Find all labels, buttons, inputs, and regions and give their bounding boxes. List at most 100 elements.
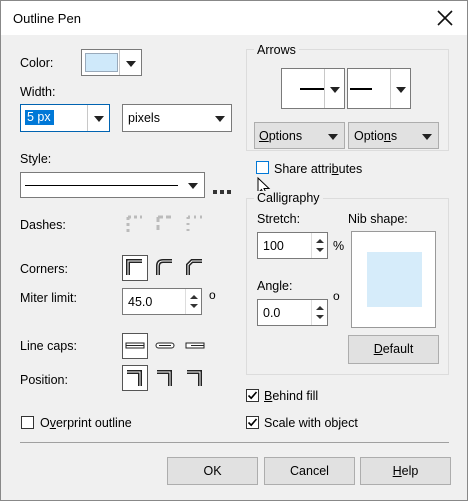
checkmark-icon xyxy=(247,418,258,427)
spin-down-icon[interactable] xyxy=(316,248,324,252)
scale-with-object-checkbox[interactable] xyxy=(246,416,259,429)
nib-shape-label: Nib shape: xyxy=(348,212,408,226)
dash-corner-fixed-icon xyxy=(182,212,208,238)
corner-bevel-icon[interactable] xyxy=(182,255,208,281)
share-attributes-checkbox[interactable] xyxy=(256,161,269,174)
miter-limit-value[interactable]: 45.0 xyxy=(128,295,152,309)
start-arrow-line xyxy=(300,88,324,90)
color-picker[interactable] xyxy=(81,49,142,76)
close-icon xyxy=(437,10,453,26)
start-arrow-select[interactable] xyxy=(281,68,345,109)
scale-with-object-label: Scale with object xyxy=(264,416,358,430)
arrows-legend: Arrows xyxy=(254,43,299,57)
nib-shape-square xyxy=(367,252,422,307)
outline-pen-dialog: Outline Pen Color: Width: 5 px pixels St… xyxy=(0,0,468,501)
style-select[interactable] xyxy=(20,172,205,198)
width-dropdown-arrow[interactable] xyxy=(87,105,109,131)
width-unit-select[interactable]: pixels xyxy=(122,104,232,132)
close-button[interactable] xyxy=(431,5,459,31)
behind-fill-label: Behind fill xyxy=(264,389,319,403)
start-arrow-options-label: Options xyxy=(259,129,303,143)
cap-round-icon[interactable] xyxy=(152,333,178,359)
end-arrow-options-button[interactable]: Options xyxy=(348,122,439,149)
spin-up-icon[interactable] xyxy=(316,306,324,310)
cap-square-icon[interactable] xyxy=(122,333,148,359)
dash-corner-aligned-icon xyxy=(152,212,178,238)
overprint-outline-checkbox[interactable] xyxy=(21,416,34,429)
end-arrow-dropdown[interactable] xyxy=(390,69,410,108)
corner-miter-icon[interactable] xyxy=(122,255,148,281)
spin-down-icon[interactable] xyxy=(190,304,198,308)
start-arrow-dropdown[interactable] xyxy=(324,69,344,108)
end-arrow-options-label: Options xyxy=(354,129,398,143)
stretch-spinner[interactable]: 100 xyxy=(257,232,328,259)
overprint-outline-label: Overprint outline xyxy=(40,416,132,430)
behind-fill-checkbox[interactable] xyxy=(246,389,259,402)
angle-value[interactable]: 0.0 xyxy=(263,306,280,320)
help-button-label: Help xyxy=(392,464,419,478)
spin-down-icon[interactable] xyxy=(316,315,324,319)
line-caps-label: Line caps: xyxy=(20,339,77,353)
ok-button[interactable]: OK xyxy=(167,457,258,485)
angle-label: Angle: xyxy=(257,279,293,293)
position-inside-icon[interactable] xyxy=(182,365,208,391)
color-dropdown-arrow[interactable] xyxy=(119,50,141,75)
style-dropdown-arrow[interactable] xyxy=(182,173,204,197)
angle-degree-unit: o xyxy=(333,289,340,303)
footer-separator xyxy=(20,442,449,443)
share-attributes-label: Share attributes xyxy=(274,162,363,176)
style-label: Style: xyxy=(20,152,52,166)
position-label: Position: xyxy=(20,373,68,387)
dashes-label: Dashes: xyxy=(20,218,66,232)
chevron-down-icon xyxy=(188,183,198,189)
miter-limit-spinner[interactable]: 45.0 xyxy=(122,288,202,315)
width-unit-arrow[interactable] xyxy=(209,105,231,131)
width-combo[interactable]: 5 px xyxy=(20,104,110,132)
spin-up-icon[interactable] xyxy=(316,239,324,243)
width-unit-value: pixels xyxy=(128,111,160,125)
spin-up-icon[interactable] xyxy=(190,295,198,299)
calligraphy-legend: Calligraphy xyxy=(254,191,323,205)
miter-spin-buttons[interactable] xyxy=(185,289,201,314)
chevron-down-icon xyxy=(93,116,104,122)
chevron-down-icon xyxy=(328,133,338,140)
miter-limit-label: Miter limit: xyxy=(20,291,77,305)
end-arrow-select[interactable] xyxy=(347,68,411,109)
chevron-down-icon xyxy=(125,60,136,67)
chevron-down-icon xyxy=(215,116,225,122)
checkmark-icon xyxy=(247,391,258,400)
chevron-down-icon xyxy=(422,133,432,140)
stretch-label: Stretch: xyxy=(257,212,301,226)
dash-corner-default-icon xyxy=(122,212,148,238)
angle-spinner[interactable]: 0.0 xyxy=(257,299,328,326)
nib-shape-preview[interactable] xyxy=(351,231,436,328)
help-button[interactable]: Help xyxy=(360,457,451,485)
ok-button-label: OK xyxy=(203,464,222,478)
cancel-button[interactable]: Cancel xyxy=(264,457,355,485)
default-button[interactable]: Default xyxy=(348,335,439,364)
default-button-label: Default xyxy=(373,342,414,356)
position-center-icon[interactable] xyxy=(152,365,178,391)
color-label: Color: xyxy=(20,56,54,70)
end-arrow-line xyxy=(350,88,372,90)
stretch-unit: % xyxy=(333,239,345,253)
corners-label: Corners: xyxy=(20,262,68,276)
cap-extended-icon[interactable] xyxy=(182,333,208,359)
chevron-down-icon xyxy=(395,86,406,93)
stretch-value[interactable]: 100 xyxy=(263,239,284,253)
window-title: Outline Pen xyxy=(13,11,81,26)
style-solid-line xyxy=(25,185,178,186)
width-label: Width: xyxy=(20,85,56,99)
stretch-spin-buttons[interactable] xyxy=(311,233,327,258)
start-arrow-options-button[interactable]: Options xyxy=(254,122,345,149)
corner-round-icon[interactable] xyxy=(152,255,178,281)
chevron-down-icon xyxy=(329,86,340,93)
cancel-button-label: Cancel xyxy=(290,464,329,478)
style-edit-more-icon[interactable] xyxy=(213,183,231,194)
width-value[interactable]: 5 px xyxy=(25,110,54,125)
angle-spin-buttons[interactable] xyxy=(311,300,327,325)
position-outside-icon[interactable] xyxy=(122,365,148,391)
color-swatch xyxy=(85,53,118,72)
title-bar: Outline Pen xyxy=(1,1,467,35)
miter-degree-unit: o xyxy=(209,288,216,302)
